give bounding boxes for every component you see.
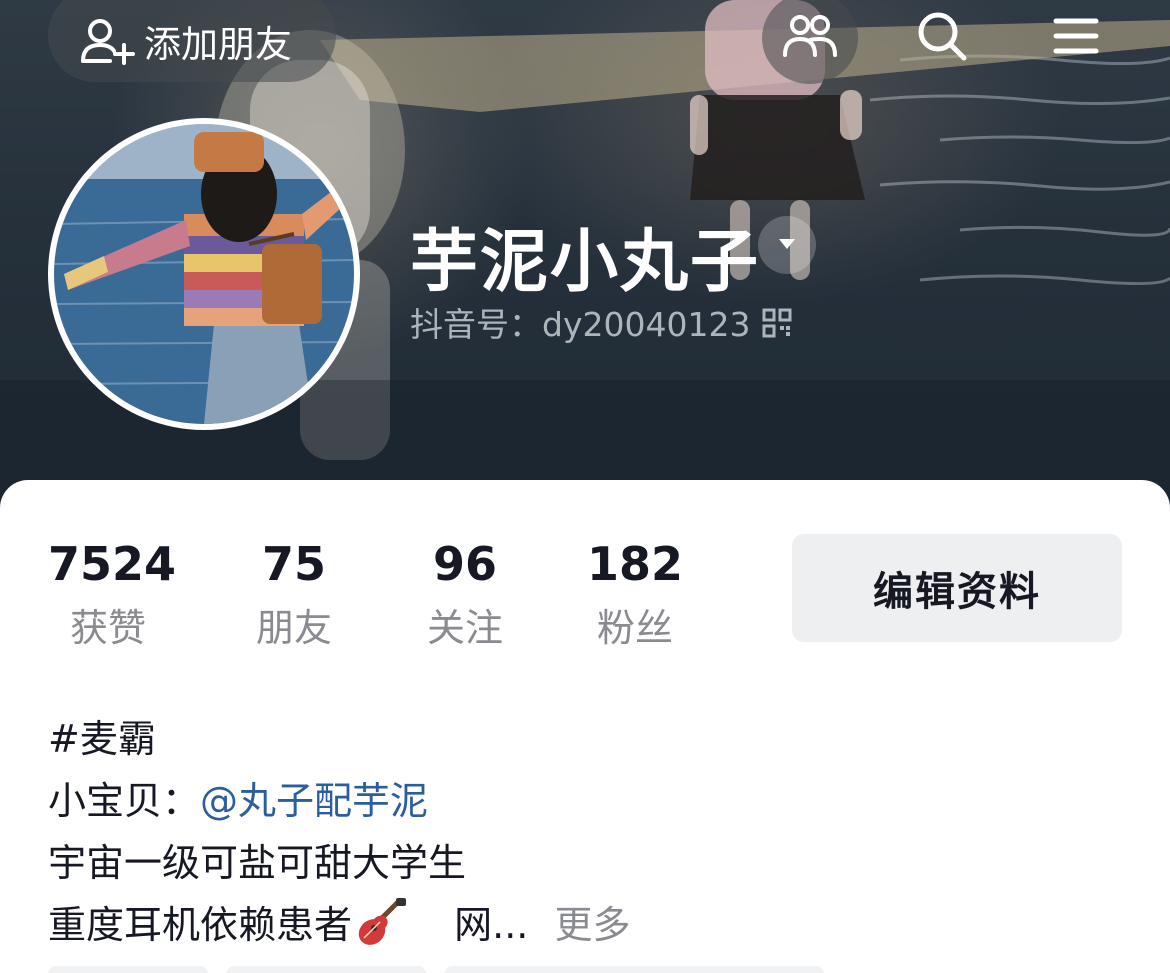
nickname: 芋泥小丸子 [410, 223, 761, 302]
stat-following-value: 96 [432, 537, 497, 591]
stat-following[interactable]: 96 关注 [405, 534, 525, 656]
search-icon [916, 10, 968, 66]
stat-friends-label: 朋友 [255, 606, 332, 650]
avatar-image [54, 124, 354, 424]
menu-button[interactable] [1046, 8, 1106, 68]
add-friend-button[interactable]: 添加朋友 [48, 0, 336, 82]
profile-screen: 添加朋友 芋泥小丸子 抖音号：dy20040123 7524 获赞 75 朋友 … [0, 0, 1170, 973]
tag-chip[interactable] [48, 966, 208, 973]
add-user-icon [80, 17, 136, 65]
bio-line-1[interactable]: #麦霸 [48, 708, 156, 763]
douyin-id[interactable]: 抖音号：dy20040123 [410, 298, 792, 346]
friends-icon [782, 13, 838, 63]
mention-link[interactable]: @丸子配芋泥 [200, 779, 428, 823]
bio-more-link[interactable]: 更多 [554, 903, 630, 947]
stat-followers-label: 粉丝 [596, 606, 673, 650]
bio-line-2: 小宝贝：@丸子配芋泥 [48, 770, 428, 825]
bio-line-4: 重度耳机依赖患者 网... 更多 [48, 894, 630, 949]
bio-line-3: 宇宙一级可盐可甜大学生 [48, 841, 467, 885]
avatar[interactable] [48, 118, 360, 430]
bio-line-4-text: 重度耳机依赖患者 [48, 903, 353, 947]
tag-chip[interactable] [444, 966, 824, 973]
menu-icon [1053, 16, 1099, 60]
stat-likes-label: 获赞 [69, 606, 146, 650]
qr-code-icon[interactable] [762, 307, 792, 338]
caret-down-icon [777, 236, 797, 255]
add-friend-label: 添加朋友 [144, 23, 292, 66]
douyin-id-text: 抖音号：dy20040123 [410, 305, 751, 344]
stat-friends[interactable]: 75 朋友 [234, 534, 354, 656]
stat-following-label: 关注 [426, 606, 503, 650]
stat-friends-value: 75 [261, 537, 326, 591]
edit-profile-button[interactable]: 编辑资料 [792, 534, 1122, 642]
search-button[interactable] [912, 8, 972, 68]
bio-line-4-suffix: 网... [454, 903, 529, 947]
stat-likes[interactable]: 7524 获赞 [48, 534, 177, 656]
guitar-emoji-icon [352, 897, 407, 948]
bio-line-2-prefix: 小宝贝： [48, 779, 201, 823]
account-switch-button[interactable] [758, 216, 816, 274]
stat-followers-value: 182 [586, 537, 684, 591]
stat-followers[interactable]: 182 粉丝 [575, 534, 695, 656]
tag-chip[interactable] [226, 966, 426, 973]
tag-chips-row [48, 966, 824, 973]
stat-likes-value: 7524 [48, 537, 177, 591]
